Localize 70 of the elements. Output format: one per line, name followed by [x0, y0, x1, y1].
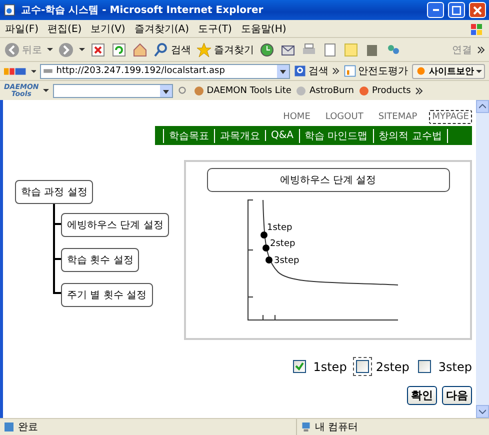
scroll-up-icon[interactable] — [479, 104, 486, 109]
address-field[interactable]: http://203.247.199.192/localstart.asp — [40, 64, 290, 78]
dropdown-icon[interactable] — [277, 64, 290, 78]
status-text: 완료 — [18, 421, 38, 434]
site-security-button[interactable]: 사이트보안 — [412, 64, 485, 78]
maximize-icon — [452, 6, 461, 14]
action-button[interactable]: 확인 — [407, 386, 437, 405]
step-label: 1step — [267, 223, 292, 233]
refresh-icon — [111, 42, 127, 58]
caret-icon — [47, 48, 53, 51]
dropdown-icon[interactable] — [160, 84, 172, 96]
tree-node[interactable]: 학습 과정 설정 — [15, 180, 94, 204]
caret-icon — [42, 89, 49, 92]
checkbox-label: 3step — [438, 360, 472, 374]
caret-icon — [30, 70, 36, 72]
nav-link[interactable]: 과목개요 — [214, 128, 265, 142]
close-icon — [473, 6, 482, 14]
top-link[interactable]: MYPAGE — [429, 110, 472, 124]
nav-link[interactable]: 학습 마인드맵 — [298, 128, 373, 142]
search-icon — [294, 63, 306, 79]
top-link[interactable]: LOGOUT — [322, 110, 366, 124]
search-button[interactable]: 검색 — [294, 63, 328, 79]
note-icon — [343, 42, 359, 58]
menu-item[interactable]: 도움말(H) — [240, 22, 286, 36]
nav-link[interactable]: 창의적 교수법 — [372, 128, 448, 142]
step-label: 3step — [274, 256, 300, 266]
caret-icon — [79, 48, 85, 51]
nav-link[interactable]: 학습목표 — [163, 128, 214, 142]
document-icon — [322, 42, 338, 58]
star-icon — [196, 42, 212, 58]
history-icon — [259, 42, 275, 58]
toolbar-link[interactable]: Products — [358, 82, 411, 98]
daemon-search-field[interactable] — [52, 84, 173, 98]
tree-node[interactable]: 학습 횟수 설정 — [61, 248, 140, 272]
checkmark-icon — [295, 362, 304, 371]
menu-item[interactable]: 편집(E) — [48, 22, 82, 36]
checkbox[interactable] — [352, 357, 372, 376]
step-label: 2step — [270, 239, 296, 249]
home-icon — [132, 42, 148, 58]
scroll-down-icon[interactable] — [479, 409, 486, 414]
window-title: 교수-학습 시스템 - Microsoft Internet Explorer — [21, 4, 264, 17]
toolbar-link[interactable]: DAEMON Tools Lite — [192, 82, 292, 98]
top-link[interactable]: HOME — [280, 110, 314, 124]
ie-page-icon — [3, 2, 17, 18]
menu-item[interactable]: 즐겨찾기(A) — [134, 22, 189, 36]
search-button[interactable]: 검색 — [153, 42, 191, 58]
menu-item[interactable]: 파일(F) — [5, 22, 39, 36]
tree-node[interactable]: 주기 별 횟수 설정 — [61, 283, 153, 307]
stop-icon — [90, 42, 106, 58]
maximize-button[interactable] — [448, 2, 465, 18]
menu-item[interactable]: 보기(V) — [90, 22, 126, 36]
chart-icon — [344, 63, 356, 79]
nav-link[interactable]: Q&A — [265, 130, 299, 141]
menu-item[interactable]: 도구(T) — [198, 22, 232, 36]
checkbox-label: 2step — [376, 360, 410, 374]
minimize-button[interactable] — [427, 2, 444, 18]
close-button[interactable] — [469, 2, 486, 18]
caret-icon — [476, 70, 482, 72]
minimize-icon — [432, 9, 438, 11]
tree-node[interactable]: 에빙하우스 단계 설정 — [61, 213, 170, 237]
top-link[interactable]: SITEMAP — [375, 110, 420, 124]
search-icon — [153, 42, 169, 58]
toolbar-link[interactable]: AstroBurn — [295, 82, 354, 98]
favorites-button[interactable]: 즐겨찾기 — [196, 42, 254, 58]
safety-rating-button[interactable]: 안전도평가 — [344, 63, 408, 79]
zone-text: 내 컴퓨터 — [315, 421, 358, 434]
scrollbar[interactable] — [476, 100, 489, 418]
checkbox-label: 1step — [313, 360, 347, 374]
panel-title: 에빙하우스 단계 설정 — [206, 168, 450, 192]
action-button[interactable]: 다음 — [442, 386, 472, 405]
